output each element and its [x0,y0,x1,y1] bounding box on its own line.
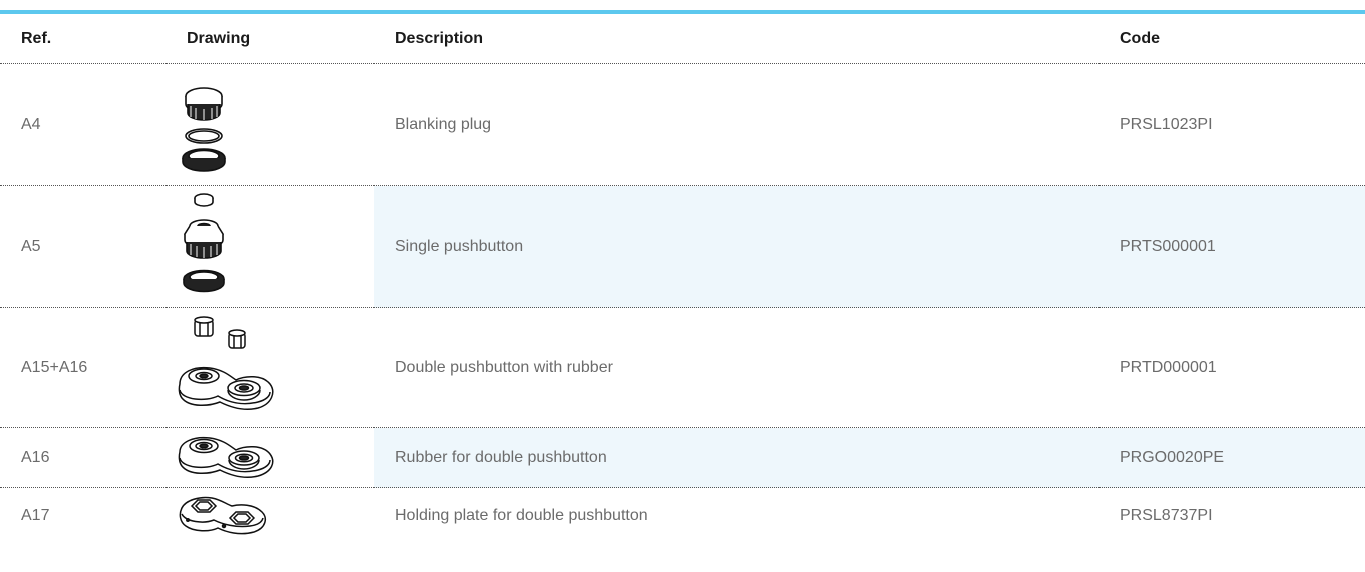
holding-plate-drawing-icon [179,496,267,535]
table-row: A16 Rubber for double pushbutton PRGO002… [0,427,1365,488]
table-header-row: Ref. Drawing Description Code [0,14,1365,64]
row-description: Rubber for double pushbutton [374,427,1099,488]
row-drawing [166,63,374,186]
rubber-double-pushbutton-drawing-icon [178,436,274,479]
row-ref: A5 [0,185,166,308]
row-ref: A17 [21,507,50,524]
table-row: A5 Single pushbutton PRTS000001 [0,185,1365,308]
row-drawing [166,427,374,488]
table-row: A4 Blanking plug PRSL1023PI [0,63,1365,186]
row-ref: A15+A16 [0,307,166,428]
column-header-drawing: Drawing [166,14,374,64]
row-description: Single pushbutton [374,185,1099,308]
row-code: PRTS000001 [1099,185,1365,308]
column-header-ref: Ref. [0,14,166,64]
row-drawing [166,307,374,428]
row-code: PRSL8737PI [1120,507,1213,524]
row-ref: A16 [0,427,166,488]
single-pushbutton-drawing-icon [183,193,225,293]
row-drawing [166,185,374,308]
column-header-code: Code [1099,14,1365,64]
row-ref: A4 [0,63,166,186]
parts-table: Ref. Drawing Description Code A4 Blankin… [0,14,1365,544]
row-description: Holding plate for double pushbutton [395,507,648,524]
column-header-description: Description [374,14,1099,64]
table-row: A17 Holding plate for double pushbutton … [0,488,1365,545]
double-pushbutton-with-rubber-drawing-icon [178,316,274,411]
row-description: Double pushbutton with rubber [374,307,1099,428]
row-description: Blanking plug [374,63,1099,186]
table-row: A15+A16 Double pushbutton with rubber PR… [0,307,1365,428]
row-code: PRTD000001 [1099,307,1365,428]
row-drawing [166,488,374,545]
row-code: PRSL1023PI [1099,63,1365,186]
row-code: PRGO0020PE [1099,427,1365,488]
blanking-plug-drawing-icon [182,87,226,172]
